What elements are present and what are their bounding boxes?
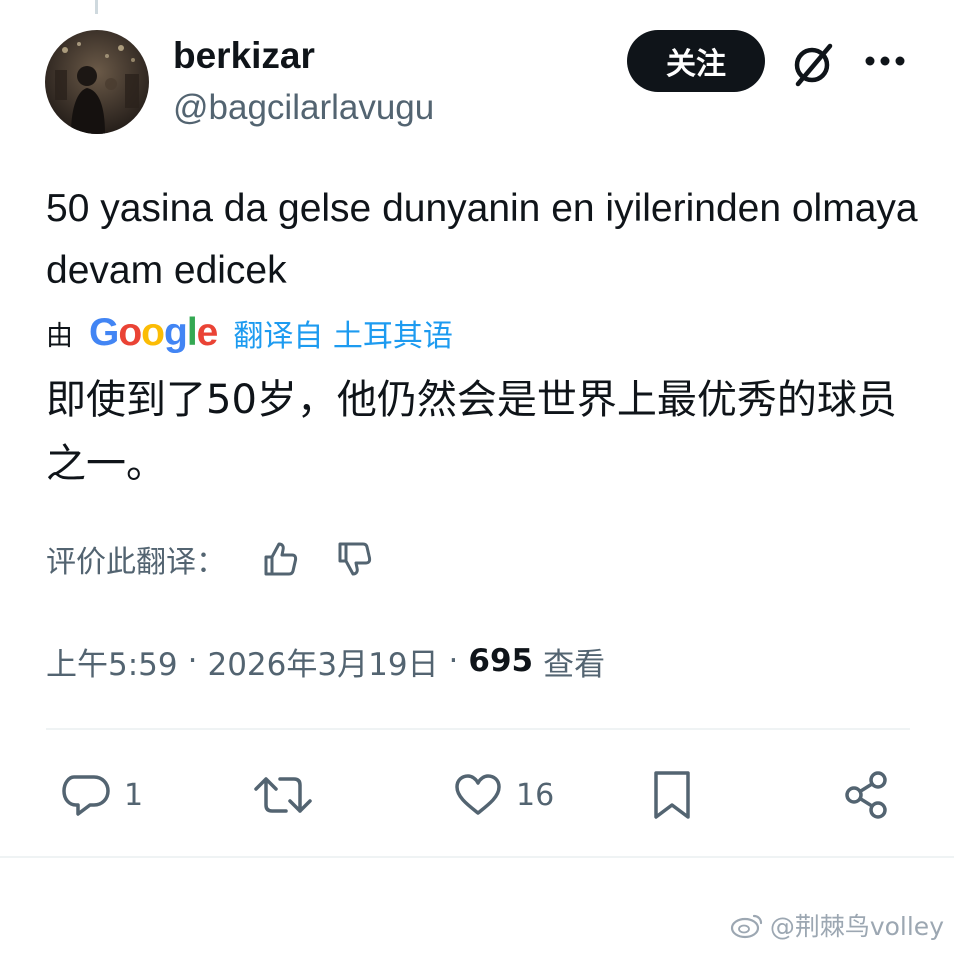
views-label: 查看 (543, 646, 606, 683)
thread-connector-line (95, 0, 98, 14)
avatar[interactable] (45, 30, 149, 134)
author-handle[interactable]: @bagcilarlavugu (173, 86, 434, 130)
retweet-icon (254, 777, 312, 813)
action-bar: 1 16 (46, 760, 910, 830)
reply-count: 1 (124, 777, 144, 813)
grok-icon[interactable] (788, 40, 838, 88)
reply-icon (62, 775, 110, 816)
more-icon[interactable] (862, 46, 908, 76)
watermark: @荆棘鸟volley (730, 907, 944, 943)
tweet-date[interactable]: 2026年3月19日 (207, 639, 438, 684)
avatar-photo (45, 30, 149, 134)
thumbs-down-icon[interactable] (334, 539, 374, 579)
rate-translation: 评价此翻译： (46, 532, 374, 586)
tweet-metadata: 上午5:59 · 2026年3月19日 · 695 查看 (46, 634, 605, 688)
meta-separator: · (187, 643, 198, 679)
reply-button[interactable]: 1 (60, 760, 143, 830)
author-display-name[interactable]: berkizar (173, 34, 315, 78)
translation-attribution: 由 Google 翻译自 土耳其语 (46, 308, 453, 358)
tweet-text: 50 yasina da gelse dunyanin en iyilerind… (46, 187, 918, 292)
divider (46, 728, 910, 730)
follow-button[interactable]: 关注 (627, 30, 765, 92)
views-count: 695 (468, 643, 534, 679)
retweet-button[interactable] (252, 760, 314, 830)
translation-text: 即使到了50岁，他仍然会是世界上最优秀的球员之一。 (46, 377, 897, 487)
bookmark-icon (654, 771, 690, 819)
translated-from-link[interactable]: 翻译自 土耳其语 (233, 311, 453, 355)
divider (0, 856, 954, 858)
like-icon (455, 774, 501, 815)
share-button[interactable] (842, 760, 892, 830)
meta-separator: · (448, 643, 459, 679)
watermark-text: @荆棘鸟volley (769, 912, 944, 941)
translated-by-label: 由 (46, 320, 73, 352)
weibo-icon (730, 914, 762, 939)
tweet-time[interactable]: 上午5:59 (46, 639, 178, 684)
google-logo: Google (89, 311, 218, 354)
like-button[interactable]: 16 (452, 760, 554, 830)
like-count: 16 (516, 777, 555, 813)
bookmark-button[interactable] (650, 760, 694, 830)
share-icon (845, 771, 887, 819)
rate-translation-label: 评价此翻译： (46, 545, 226, 580)
thumbs-up-icon[interactable] (260, 539, 300, 579)
